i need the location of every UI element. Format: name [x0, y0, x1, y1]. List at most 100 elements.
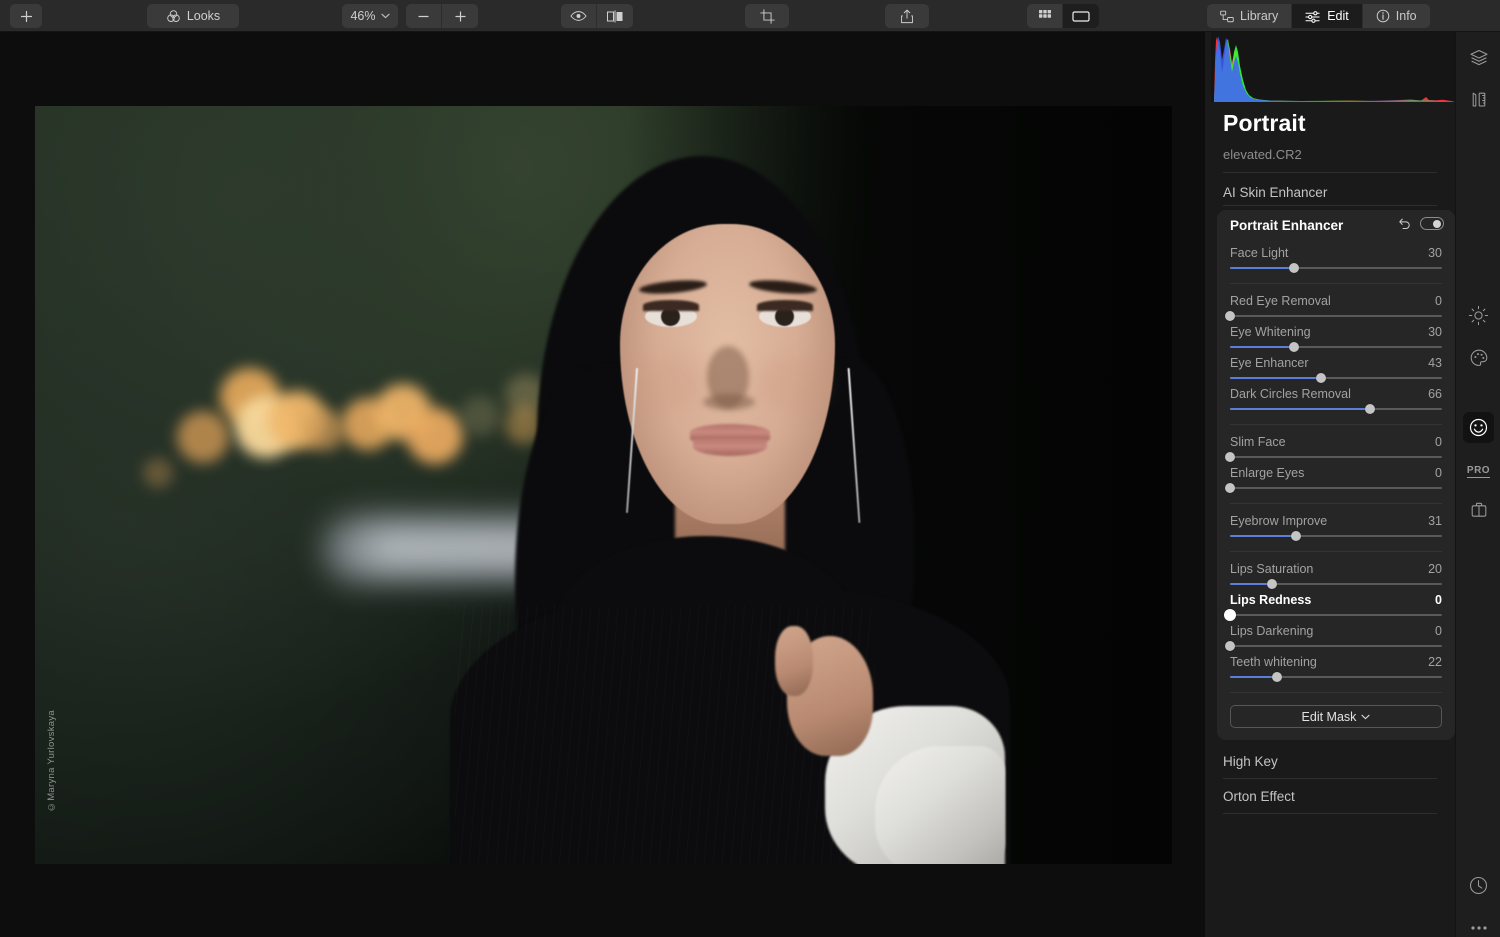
slider-label: Lips Saturation	[1230, 562, 1313, 576]
slider-thumb[interactable]	[1291, 531, 1301, 541]
tab-info[interactable]: Info	[1363, 4, 1430, 28]
briefcase-toolkit-icon[interactable]	[1463, 494, 1494, 525]
slider-group-separator	[1230, 692, 1442, 693]
slider-track[interactable]	[1230, 531, 1442, 541]
before-after-compare-button[interactable]	[597, 4, 633, 28]
color-palette-icon[interactable]	[1463, 342, 1494, 373]
history-clock-icon[interactable]	[1463, 870, 1494, 901]
pro-label-icon[interactable]: PRO	[1463, 456, 1494, 487]
slider-thumb[interactable]	[1316, 373, 1326, 383]
slider-lips-saturation[interactable]: Lips Saturation20	[1230, 562, 1442, 589]
slider-label: Slim Face	[1230, 435, 1286, 449]
card-header: Portrait Enhancer	[1217, 210, 1455, 240]
single-view-button[interactable]	[1063, 4, 1099, 28]
slider-eyebrow-improve[interactable]: Eyebrow Improve31	[1230, 514, 1442, 541]
slider-label: Face Light	[1230, 246, 1288, 260]
category-orton-effect[interactable]: Orton Effect	[1205, 779, 1455, 813]
slider-thumb[interactable]	[1267, 579, 1277, 589]
mode-tabs: Library Edit	[1207, 4, 1430, 28]
crop-icon	[760, 9, 775, 24]
slider-lips-darkening[interactable]: Lips Darkening0	[1230, 624, 1442, 651]
sun-light-icon[interactable]	[1463, 300, 1494, 331]
slider-lips-redness[interactable]: Lips Redness0	[1230, 593, 1442, 620]
zoom-out-button[interactable]	[406, 4, 442, 28]
more-dots-icon[interactable]	[1463, 912, 1494, 937]
slider-track[interactable]	[1230, 483, 1442, 493]
edit-mask-button[interactable]: Edit Mask	[1230, 705, 1442, 728]
slider-dark-circles-removal[interactable]: Dark Circles Removal66	[1230, 387, 1442, 414]
slider-thumb[interactable]	[1272, 672, 1282, 682]
slider-label: Red Eye Removal	[1230, 294, 1331, 308]
slider-track-base	[1230, 645, 1442, 647]
category-high-key[interactable]: High Key	[1205, 744, 1455, 778]
divider	[1223, 813, 1437, 814]
slider-thumb[interactable]	[1225, 311, 1235, 321]
looks-button[interactable]: Looks	[147, 4, 239, 28]
slider-track[interactable]	[1230, 641, 1442, 651]
slider-thumb[interactable]	[1289, 263, 1299, 273]
histogram	[1211, 32, 1455, 102]
layers-icon[interactable]	[1463, 42, 1494, 73]
slider-track[interactable]	[1230, 452, 1442, 462]
divider	[1223, 205, 1437, 206]
slider-track[interactable]	[1230, 579, 1442, 589]
slider-label: Enlarge Eyes	[1230, 466, 1304, 480]
zoom-level-value: 46%	[350, 9, 375, 23]
top-toolbar: Looks 46%	[0, 0, 1500, 32]
slider-label: Teeth whitening	[1230, 655, 1317, 669]
share-button[interactable]	[885, 4, 929, 28]
slider-track[interactable]	[1230, 342, 1442, 352]
file-name-label: elevated.CR2	[1223, 147, 1302, 162]
toggle-knob	[1433, 220, 1441, 228]
slider-thumb[interactable]	[1224, 609, 1236, 621]
slider-track[interactable]	[1230, 263, 1442, 273]
slider-track-base	[1230, 456, 1442, 458]
slider-track[interactable]	[1230, 311, 1442, 321]
minus-icon	[417, 10, 430, 23]
slider-track[interactable]	[1230, 373, 1442, 383]
slider-value: 30	[1428, 325, 1442, 339]
zoom-level-dropdown[interactable]: 46%	[342, 4, 398, 28]
slider-label: Eye Enhancer	[1230, 356, 1309, 370]
portrait-smiley-icon[interactable]	[1463, 412, 1494, 443]
slider-track[interactable]	[1230, 672, 1442, 682]
slider-slim-face[interactable]: Slim Face0	[1230, 435, 1442, 462]
slider-label: Lips Redness	[1230, 593, 1311, 607]
preview-toggle-button[interactable]	[561, 4, 597, 28]
reset-undo-icon[interactable]	[1398, 217, 1411, 230]
slider-value: 22	[1428, 655, 1442, 669]
slider-track-fill	[1230, 346, 1294, 348]
divider	[1223, 172, 1437, 173]
category-label: AI Skin Enhancer	[1223, 185, 1327, 200]
tab-edit[interactable]: Edit	[1292, 4, 1363, 28]
slider-red-eye-removal[interactable]: Red Eye Removal0	[1230, 294, 1442, 321]
slider-eye-enhancer[interactable]: Eye Enhancer 43	[1230, 356, 1442, 383]
slider-value: 31	[1428, 514, 1442, 528]
slider-thumb[interactable]	[1225, 483, 1235, 493]
slider-eye-whitening[interactable]: Eye Whitening30	[1230, 325, 1442, 352]
category-ai-skin-enhancer[interactable]: AI Skin Enhancer	[1205, 175, 1455, 209]
slider-value: 43	[1428, 356, 1442, 370]
slider-face-light[interactable]: Face Light30	[1230, 246, 1442, 273]
tools-pencil-ruler-icon[interactable]	[1463, 84, 1494, 115]
crop-button[interactable]	[745, 4, 789, 28]
slider-track[interactable]	[1230, 404, 1442, 414]
slider-teeth-whitening[interactable]: Teeth whitening 22	[1230, 655, 1442, 682]
slider-thumb[interactable]	[1225, 452, 1235, 462]
slider-thumb[interactable]	[1225, 641, 1235, 651]
slider-thumb[interactable]	[1289, 342, 1299, 352]
add-button[interactable]	[10, 4, 42, 28]
tab-library[interactable]: Library	[1207, 4, 1292, 28]
rgb-histogram-graph	[1211, 32, 1455, 102]
slider-thumb[interactable]	[1365, 404, 1375, 414]
single-view-icon	[1072, 10, 1090, 23]
slider-value: 66	[1428, 387, 1442, 401]
slider-track[interactable]	[1230, 610, 1442, 620]
tool-rail: PRO	[1455, 32, 1500, 937]
slider-track-fill	[1230, 267, 1294, 269]
zoom-in-button[interactable]	[442, 4, 478, 28]
enable-toggle[interactable]	[1420, 217, 1444, 230]
slider-enlarge-eyes[interactable]: Enlarge Eyes0	[1230, 466, 1442, 493]
grid-view-button[interactable]	[1027, 4, 1063, 28]
photo-viewport[interactable]: ©Maryna Yurlovskaya	[35, 106, 1172, 864]
